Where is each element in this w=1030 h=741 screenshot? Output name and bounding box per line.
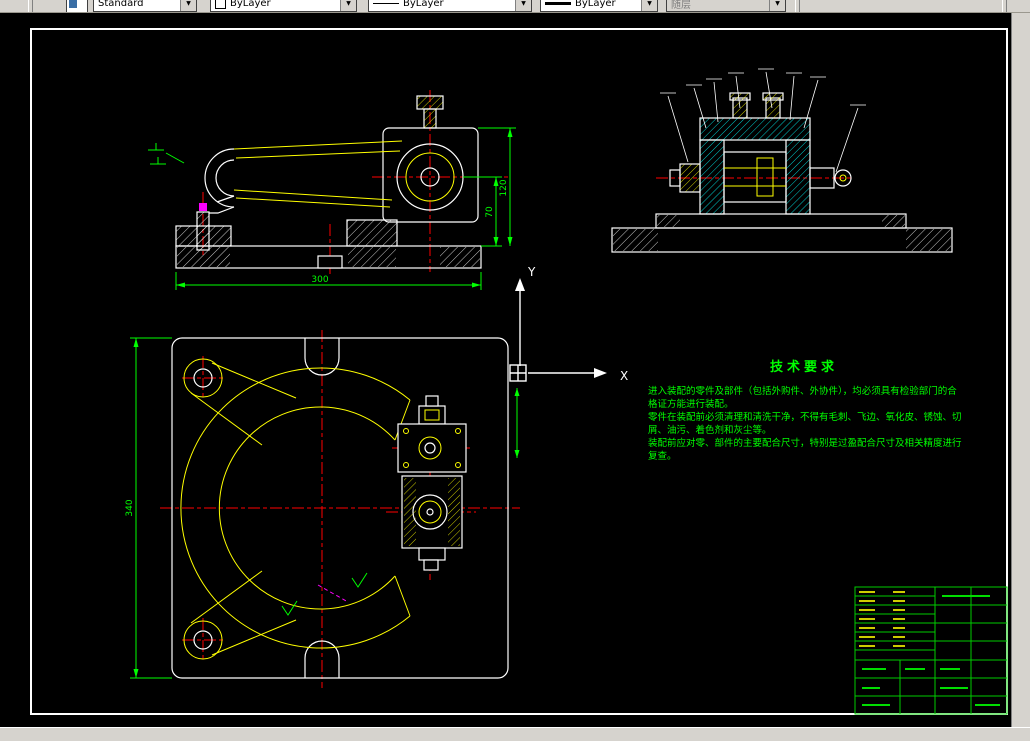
plotstyle-combo[interactable]: 随层 ▼ <box>666 0 786 12</box>
color-combo-value: ByLayer <box>230 0 271 9</box>
dropdown-arrow-icon[interactable]: ▼ <box>180 0 196 11</box>
toolbar-grip[interactable] <box>795 0 800 12</box>
lineweight-combo[interactable]: ByLayer ▼ <box>540 0 658 12</box>
object-properties-toolbar: Standard ▼ ByLayer ▼ ByLayer ▼ ByLayer ▼… <box>0 0 1030 13</box>
lineweight-combo-value: ByLayer <box>575 0 616 9</box>
toolbar-grip[interactable] <box>1002 0 1007 12</box>
dropdown-arrow-icon[interactable]: ▼ <box>769 0 785 11</box>
style-combo-value: Standard <box>98 0 144 9</box>
tech-req-line-6: 复查。 <box>648 450 960 463</box>
color-combo[interactable]: ByLayer ▼ <box>210 0 357 12</box>
dropdown-arrow-icon[interactable]: ▼ <box>641 0 657 11</box>
tech-req-title: 技术要求 <box>648 356 960 375</box>
tech-req-line-2: 格证方能进行装配。 <box>648 398 960 411</box>
tech-req-line-4: 屑、油污、着色剂和灰尘等。 <box>648 424 960 437</box>
vertical-scrollbar[interactable] <box>1011 12 1030 728</box>
color-swatch <box>215 0 226 9</box>
linetype-combo-value: ByLayer <box>403 0 444 9</box>
linetype-sample <box>373 3 399 4</box>
lineweight-sample <box>545 2 571 5</box>
dropdown-arrow-icon[interactable]: ▼ <box>515 0 531 11</box>
technical-requirements[interactable]: 技术要求 进入装配的零件及部件（包括外购件、外协件），均必须具有检验部门的合 格… <box>648 356 960 463</box>
dropdown-arrow-icon[interactable]: ▼ <box>340 0 356 11</box>
tech-req-line-1: 进入装配的零件及部件（包括外购件、外协件），均必须具有检验部门的合 <box>648 385 960 398</box>
style-combo[interactable]: Standard ▼ <box>93 0 197 12</box>
linetype-combo[interactable]: ByLayer ▼ <box>368 0 532 12</box>
tech-req-line-5: 装配前应对零、部件的主要配合尺寸，特别是过盈配合尺寸及相关精度进行 <box>648 437 960 450</box>
layer-icon[interactable] <box>66 0 88 13</box>
status-bar <box>0 727 1030 741</box>
toolbar-grip[interactable] <box>28 0 33 12</box>
tech-req-line-3: 零件在装配前必须清理和清洗干净，不得有毛刺、飞边、氧化皮、锈蚀、切 <box>648 411 960 424</box>
plotstyle-combo-value: 随层 <box>671 0 691 11</box>
cad-application-window: 300 70 120 <box>0 0 1030 741</box>
